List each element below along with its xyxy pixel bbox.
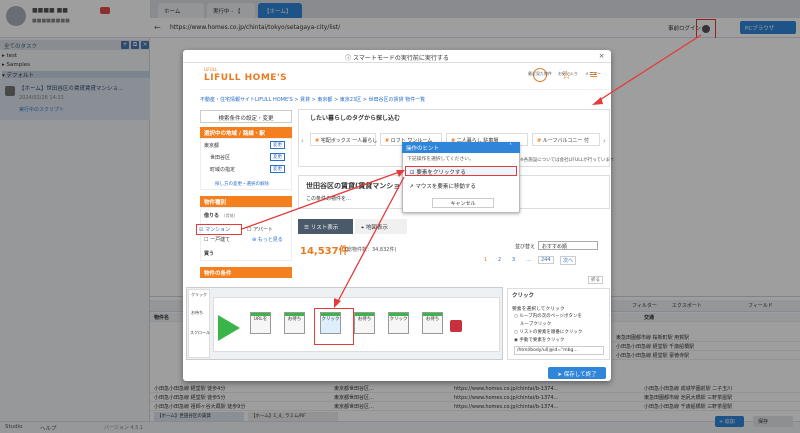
annotation-arrows (241, 34, 702, 308)
arrow-line (335, 176, 405, 306)
arrow-line (241, 170, 403, 230)
arrow-head (334, 298, 341, 308)
arrow-line (594, 34, 702, 104)
arrow-head (396, 170, 405, 177)
